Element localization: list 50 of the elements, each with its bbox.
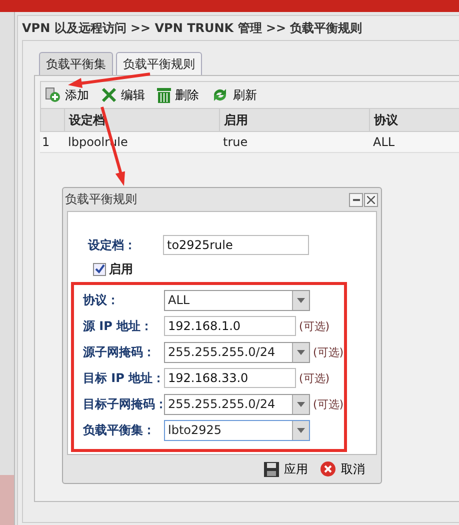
edit-button[interactable]: 编辑 [101, 86, 145, 104]
field-label: 源子网掩码： [82, 344, 156, 360]
save-icon [264, 462, 279, 476]
field-label: 源 IP 地址： [82, 318, 154, 334]
caret-icon [297, 298, 305, 302]
breadcrumb: VPN 以及远程访问 >> VPN TRUNK 管理 >> 负载平衡规则 [21, 20, 364, 37]
tab[interactable]: 负载平衡集 [39, 52, 113, 75]
refresh-button[interactable]: 刷新 [211, 86, 257, 104]
field-label: 设定档： [86, 236, 137, 254]
table-cell-text: ALL [372, 134, 396, 151]
table-cell-text: true [222, 134, 249, 151]
close-button[interactable] [364, 192, 378, 206]
column-header[interactable]: 协议 [369, 109, 459, 131]
add-button[interactable]: 添加 [45, 86, 89, 104]
refresh-icon [211, 87, 229, 103]
field-label: 负载平衡集： [82, 422, 156, 438]
dropdown[interactable]: 255.255.255.0/24 [164, 342, 310, 362]
dropdown[interactable]: lbto2925 [164, 420, 310, 440]
row-number: 1 [41, 134, 51, 151]
field-label: 目标子网掩码： [82, 396, 164, 412]
column-header[interactable]: 启用 [219, 109, 369, 131]
caret-icon [297, 402, 305, 406]
input-field[interactable]: 192.168.1.0 [164, 316, 296, 336]
caret-icon [297, 428, 305, 432]
trash-icon [157, 87, 171, 103]
cancel-button[interactable]: 取消 [320, 460, 365, 478]
optional-note: (可选) [299, 370, 330, 386]
optional-note: (可选) [299, 318, 330, 334]
tools-icon [101, 87, 117, 103]
input-field[interactable]: 192.168.33.0 [164, 368, 296, 388]
minimize-icon [352, 198, 360, 200]
minimize-button[interactable] [349, 192, 363, 206]
input-field[interactable]: to2925rule [163, 235, 309, 255]
column-header[interactable]: 设定档 [64, 109, 219, 131]
field-label: 协议： [82, 292, 120, 308]
add-icon [45, 87, 61, 103]
dropdown[interactable]: ALL [164, 290, 310, 310]
tab[interactable]: 负载平衡规则 [116, 52, 202, 75]
close-icon [367, 196, 375, 204]
caret-icon [297, 350, 305, 354]
apply-button[interactable]: 应用 [264, 460, 308, 478]
dropdown[interactable]: 255.255.255.0/24 [164, 394, 310, 414]
optional-note: (可选) [313, 344, 344, 360]
checkbox-label: 启用 [109, 260, 133, 278]
optional-note: (可选) [313, 396, 344, 412]
delete-button[interactable]: 删除 [157, 86, 199, 104]
dialog-title: 负载平衡规则 [65, 191, 137, 208]
field-label: 目标 IP 地址： [82, 370, 164, 386]
cancel-icon [320, 461, 336, 477]
checkbox[interactable] [93, 262, 106, 276]
